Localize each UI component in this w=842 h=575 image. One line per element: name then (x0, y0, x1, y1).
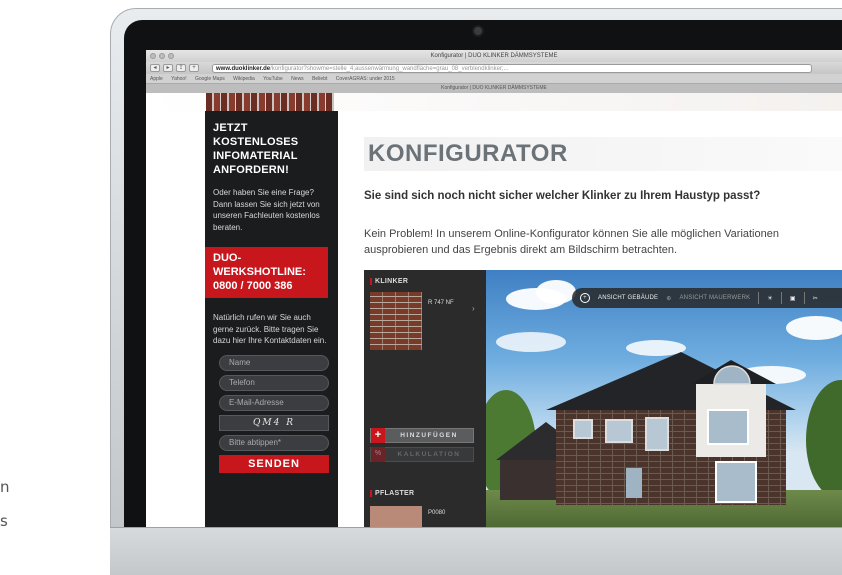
url-domain: www.duoklinker.de (216, 65, 271, 72)
web-page: JETZT KOSTENLOSES INFOMATERIAL ANFORDERN… (146, 93, 842, 527)
percent-icon: % (371, 447, 385, 462)
pflaster-code: P0080 (428, 510, 446, 516)
add-button-label: HINZUFÜGEN (400, 432, 458, 439)
bookmark-item[interactable]: Yahoo! (171, 76, 186, 82)
add-icon[interactable]: + (189, 64, 199, 72)
bookmark-item[interactable]: Beliebt (312, 76, 327, 82)
calculation-button-label: KALKULATION (397, 451, 461, 458)
tools-icon[interactable]: ✂ (813, 295, 818, 302)
name-field[interactable]: Name (219, 354, 329, 371)
address-bar[interactable]: www.duoklinker.de/konfigurator?showme=st… (212, 63, 812, 73)
sun-icon[interactable]: ☀ (767, 295, 773, 302)
view-toolbar: + ANSICHT GEBÄUDE ⊕ ANSICHT MAUERWERK ☀ … (572, 288, 842, 308)
sidebar-title: JETZT KOSTENLOSES INFOMATERIAL ANFORDERN… (213, 122, 299, 176)
intro-text: Kein Problem! In unserem Online-Konfigur… (364, 228, 779, 256)
plus-circle-icon[interactable]: + (580, 293, 590, 303)
pflaster-swatch[interactable] (370, 506, 422, 527)
plus-icon: + (371, 428, 385, 443)
page-title: KONFIGURATOR (364, 137, 842, 171)
add-button[interactable]: + HINZUFÜGEN (370, 428, 474, 443)
klinker-swatch[interactable] (370, 292, 422, 350)
bookmark-item[interactable]: Google Maps (195, 76, 225, 82)
bookmarks-bar: Apple Yahoo! Google Maps Wikipedia YouTu… (146, 74, 842, 84)
window-title: Konfigurator | DUO KLINKER DÄMMSYSTEME (430, 53, 558, 59)
page-subtitle: Sie sind sich noch nicht sicher welcher … (364, 190, 761, 202)
house-preview[interactable]: + ANSICHT GEBÄUDE ⊕ ANSICHT MAUERWERK ☀ … (486, 270, 842, 527)
screen: Konfigurator | DUO KLINKER DÄMMSYSTEME ◂… (146, 50, 842, 527)
contact-text: Natürlich rufen wir Sie auch gerne zurüc… (213, 313, 327, 345)
configurator-panel: KLINKER R 747 NF › + HINZUFÜGEN % KALKUL… (364, 270, 486, 527)
header-brick-image (206, 93, 334, 111)
browser-toolbar: ◂ ▸ ⇪ + www.duoklinker.de/konfigurator?s… (146, 62, 842, 74)
stage: n s Konfigurator | DUO KLINKER DÄMMSYSTE… (0, 0, 842, 575)
bookmark-item[interactable]: YouTube (263, 76, 283, 82)
klinker-label: KLINKER (370, 278, 408, 285)
captcha-input[interactable]: Bitte abtippen* (219, 434, 329, 451)
bookmark-item[interactable]: CoverAGRAS: under 2015 (336, 76, 395, 82)
captcha-image: QM4 R (219, 414, 329, 431)
stray-text-2: s (0, 512, 8, 530)
window-titlebar: Konfigurator | DUO KLINKER DÄMMSYSTEME (146, 50, 842, 62)
bookmark-item[interactable]: Wikipedia (233, 76, 255, 82)
klinker-code: R 747 NF (428, 300, 454, 306)
send-button[interactable]: SENDEN (219, 454, 329, 473)
house-illustration (496, 352, 796, 505)
view-building-button[interactable]: ANSICHT GEBÄUDE (598, 295, 658, 301)
image-icon[interactable]: ▣ (790, 295, 796, 302)
tab-active[interactable]: Konfigurator | DUO KLINKER DÄMMSYSTEME (146, 84, 842, 93)
sidebar-text: Oder haben Sie eine Frage? Dann lassen S… (213, 188, 320, 232)
calculation-button[interactable]: % KALKULATION (370, 447, 474, 462)
email-field[interactable]: E-Mail-Adresse (219, 394, 329, 411)
share-icon[interactable]: ⇪ (176, 64, 186, 72)
chevron-right-icon[interactable]: › (472, 304, 475, 313)
contact-form: Name Telefon E-Mail-Adresse QM4 R Bitte … (205, 347, 338, 473)
view-masonry-button[interactable]: ANSICHT MAUERWERK (679, 295, 750, 301)
window-controls[interactable] (150, 53, 174, 59)
configurator-widget: KLINKER R 747 NF › + HINZUFÜGEN % KALKUL… (364, 270, 842, 527)
phone-field[interactable]: Telefon (219, 374, 329, 391)
bookmark-item[interactable]: News (291, 76, 304, 82)
laptop-base (110, 527, 842, 575)
bookmark-item[interactable]: Apple (150, 76, 163, 82)
back-button[interactable]: ◂ (150, 64, 160, 72)
url-path: /konfigurator?showme=stelle_4;aussenwärm… (270, 65, 509, 72)
camera-icon (474, 27, 482, 35)
pflaster-label: PFLASTER (370, 490, 414, 497)
sidebar-contact: JETZT KOSTENLOSES INFOMATERIAL ANFORDERN… (205, 111, 338, 527)
hotline-banner[interactable]: DUO-WERKSHOTLINE: 0800 / 7000 386 (205, 247, 328, 298)
zoom-icon[interactable]: ⊕ (666, 295, 671, 302)
stray-text-1: n (0, 478, 10, 496)
forward-button[interactable]: ▸ (163, 64, 173, 72)
main-content: KONFIGURATOR Sie sind sich noch nicht si… (364, 111, 842, 527)
